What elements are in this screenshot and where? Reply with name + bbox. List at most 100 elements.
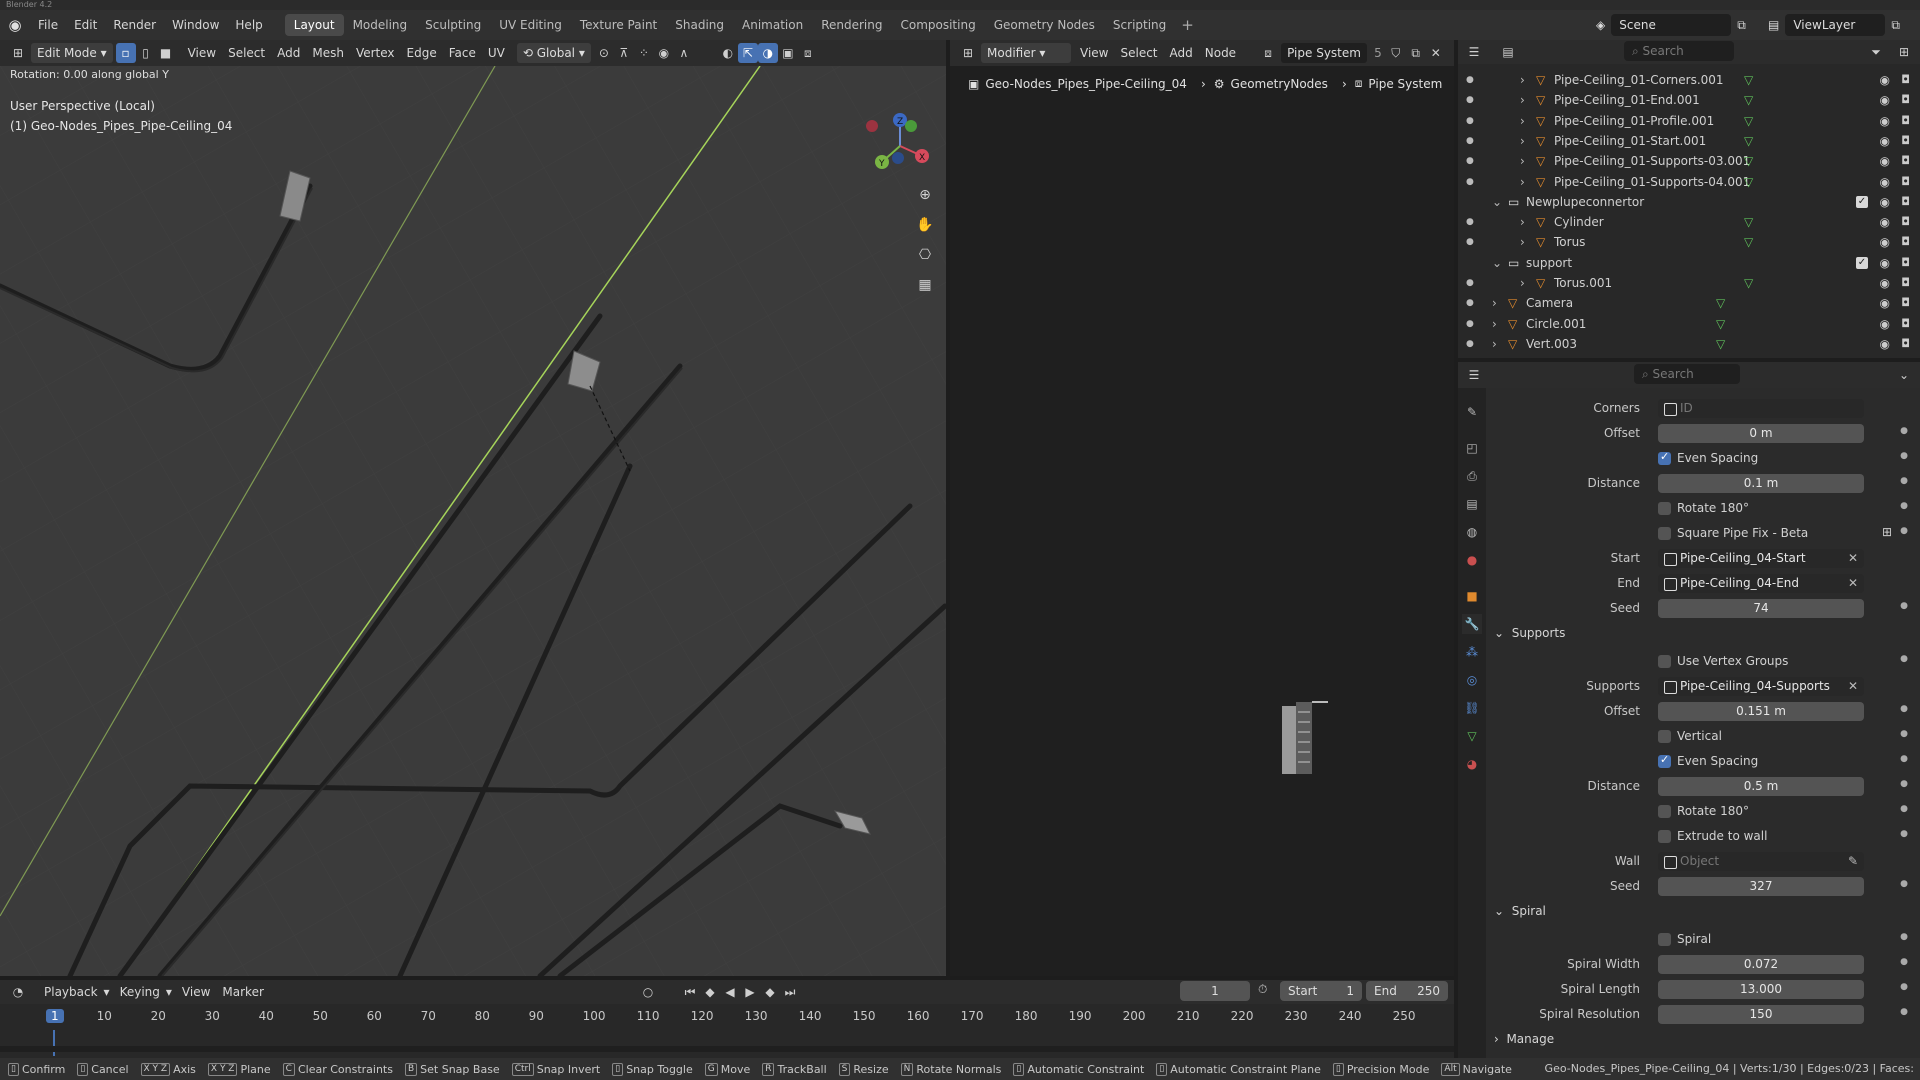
- eye-icon[interactable]: ◉: [1880, 314, 1890, 334]
- camera-render-icon[interactable]: ◘: [1901, 293, 1910, 313]
- camera-render-icon[interactable]: ◘: [1901, 273, 1910, 293]
- chevron-right-icon[interactable]: ›: [1520, 212, 1525, 232]
- keyframe-dot-icon[interactable]: ●: [1900, 526, 1908, 536]
- camera-render-icon[interactable]: ◘: [1901, 111, 1910, 131]
- 3d-viewport[interactable]: [0, 66, 946, 976]
- tab-animation[interactable]: Animation: [733, 14, 812, 36]
- viewport-menu-select[interactable]: Select: [222, 43, 271, 63]
- ortho-grid-icon[interactable]: ▦: [914, 274, 936, 296]
- camera-view-icon[interactable]: ⎔: [914, 244, 936, 266]
- tab-layout[interactable]: Layout: [284, 14, 344, 36]
- eye-icon[interactable]: ◉: [1880, 90, 1890, 110]
- properties-type-icon[interactable]: ☰: [1464, 365, 1484, 385]
- node-type-dropdown[interactable]: Modifier ▾: [981, 43, 1071, 63]
- include-checkbox[interactable]: ✓: [1856, 195, 1868, 208]
- breadcrumb-modifier[interactable]: GeometryNodes: [1231, 77, 1328, 91]
- eye-icon[interactable]: ◉: [1880, 232, 1890, 252]
- keyframe-dot-icon[interactable]: ●: [1900, 654, 1908, 664]
- chevron-right-icon[interactable]: ›: [1492, 314, 1497, 334]
- camera-render-icon[interactable]: ◘: [1901, 253, 1910, 273]
- data-tab-icon[interactable]: ▽: [1462, 726, 1482, 746]
- camera-render-icon[interactable]: ◘: [1901, 334, 1910, 354]
- next-keyframe-icon[interactable]: ◆: [760, 982, 780, 1002]
- square-fix-checkbox[interactable]: [1658, 527, 1671, 540]
- preview-range-icon[interactable]: ⏱: [1258, 982, 1267, 997]
- spiral-width-field[interactable]: 0.072: [1658, 955, 1864, 974]
- zoom-icon[interactable]: ⊕: [914, 184, 936, 206]
- material-tab-icon[interactable]: ◕: [1462, 754, 1482, 774]
- eye-icon[interactable]: ◉: [1880, 334, 1890, 354]
- chevron-right-icon[interactable]: ›: [1520, 90, 1525, 110]
- node-menu-view[interactable]: View: [1074, 43, 1114, 63]
- camera-render-icon[interactable]: ◘: [1901, 314, 1910, 334]
- snap-target-icon[interactable]: ⁘: [634, 43, 654, 63]
- outliner-row[interactable]: ● › ▽ Pipe-Ceiling_01-Supports-04.001 ▽ ◉ ◘: [1458, 172, 1920, 192]
- supports-section-header[interactable]: ⌄ Supports: [1494, 622, 1565, 644]
- output-tab-icon[interactable]: ⎙: [1462, 466, 1482, 486]
- node-editor-canvas[interactable]: [950, 66, 1454, 976]
- distance-field[interactable]: 0.1 m: [1658, 474, 1864, 493]
- xray-icon[interactable]: ▣: [778, 43, 798, 63]
- chevron-right-icon[interactable]: ›: [1492, 334, 1497, 354]
- use-vertex-groups-checkbox[interactable]: [1658, 655, 1671, 668]
- tab-sculpting[interactable]: Sculpting: [416, 14, 490, 36]
- viewport-menu-face[interactable]: Face: [443, 43, 482, 63]
- keyframe-dot-icon[interactable]: ●: [1900, 501, 1908, 511]
- keyframe-dot-icon[interactable]: ●: [1900, 779, 1908, 789]
- play-reverse-icon[interactable]: ◀: [720, 982, 740, 1002]
- mode-dropdown[interactable]: Edit Mode ▾: [31, 43, 113, 63]
- overlay-toggle-icon[interactable]: ◑: [757, 43, 778, 63]
- eye-icon[interactable]: ◉: [1880, 70, 1890, 90]
- end-field[interactable]: Pipe-Ceiling_04-End ✕: [1658, 574, 1864, 593]
- visibility-icon[interactable]: ◐: [718, 43, 738, 63]
- start-frame-field[interactable]: Start 1: [1280, 981, 1362, 1001]
- camera-render-icon[interactable]: ◘: [1901, 131, 1910, 151]
- outliner-row[interactable]: ● › ▽ Pipe-Ceiling_01-End.001 ▽ ◉ ◘: [1458, 90, 1920, 110]
- clear-icon[interactable]: ✕: [1848, 549, 1858, 568]
- shading-icon[interactable]: ⧈: [798, 43, 818, 63]
- tab-geometry-nodes[interactable]: Geometry Nodes: [985, 14, 1104, 36]
- eye-icon[interactable]: ◉: [1880, 273, 1890, 293]
- eyedropper-icon[interactable]: ✎: [1848, 852, 1858, 871]
- jump-end-icon[interactable]: ⏭: [780, 982, 800, 1002]
- menu-render[interactable]: Render: [105, 10, 164, 40]
- outliner-search[interactable]: ⌕ Search: [1624, 41, 1734, 61]
- display-mode-icon[interactable]: ▤: [1498, 42, 1518, 62]
- filter-icon[interactable]: ⏷: [1866, 42, 1886, 62]
- falloff-icon[interactable]: ∧: [674, 43, 694, 63]
- supports-distance-field[interactable]: 0.5 m: [1658, 777, 1864, 796]
- editor-type-icon[interactable]: ⊞: [8, 43, 28, 63]
- node-preview[interactable]: [1278, 698, 1348, 778]
- outliner-row[interactable]: ● › ▽ Vert.003 ▽ ◉ ◘: [1458, 334, 1920, 354]
- tool-tab-icon[interactable]: ✎: [1462, 402, 1482, 422]
- keyframe-dot-icon[interactable]: ●: [1900, 829, 1908, 839]
- supports-even-spacing-checkbox[interactable]: [1658, 753, 1671, 768]
- object-tab-icon[interactable]: ■: [1462, 586, 1482, 606]
- tab-rendering[interactable]: Rendering: [812, 14, 891, 36]
- viewport-menu-view[interactable]: View: [182, 43, 222, 63]
- pivot-icon[interactable]: ⊙: [594, 43, 614, 63]
- outliner-row[interactable]: ● › ▽ Pipe-Ceiling_01-Supports-03.001 ▽ ◉ ◘: [1458, 151, 1920, 171]
- properties-options-icon[interactable]: ⌄: [1894, 365, 1914, 385]
- viewport-menu-add[interactable]: Add: [271, 43, 306, 63]
- supports-rotate-checkbox[interactable]: [1658, 805, 1671, 818]
- keyframe-dot-icon[interactable]: ●: [1900, 729, 1908, 739]
- outliner-type-icon[interactable]: ☰: [1464, 42, 1484, 62]
- transform-orientation-dropdown[interactable]: ⟲ Global ▾: [516, 43, 591, 63]
- vertex-select-icon[interactable]: ▫: [115, 43, 136, 63]
- clear-icon[interactable]: ✕: [1848, 677, 1858, 696]
- viewlayer-selector[interactable]: ▤ ViewLayer ⧉: [1768, 14, 1900, 36]
- keyframe-dot-icon[interactable]: ●: [1900, 601, 1908, 611]
- keyframe-dot-icon[interactable]: ●: [1900, 754, 1908, 764]
- timeline-menu-playback[interactable]: Playback: [38, 982, 104, 1002]
- camera-render-icon[interactable]: ◘: [1901, 172, 1910, 192]
- spiral-resolution-field[interactable]: 150: [1658, 1005, 1864, 1024]
- supports-offset-field[interactable]: 0.151 m: [1658, 702, 1864, 721]
- prev-keyframe-icon[interactable]: ◆: [700, 982, 720, 1002]
- new-collection-icon[interactable]: ⊞: [1894, 42, 1914, 62]
- chevron-right-icon[interactable]: ›: [1520, 172, 1525, 192]
- timeline-menu-view[interactable]: View: [176, 982, 216, 1002]
- keyframe-dot-icon[interactable]: ●: [1900, 476, 1908, 486]
- rotate-checkbox[interactable]: [1658, 502, 1671, 515]
- menu-file[interactable]: File: [30, 10, 66, 40]
